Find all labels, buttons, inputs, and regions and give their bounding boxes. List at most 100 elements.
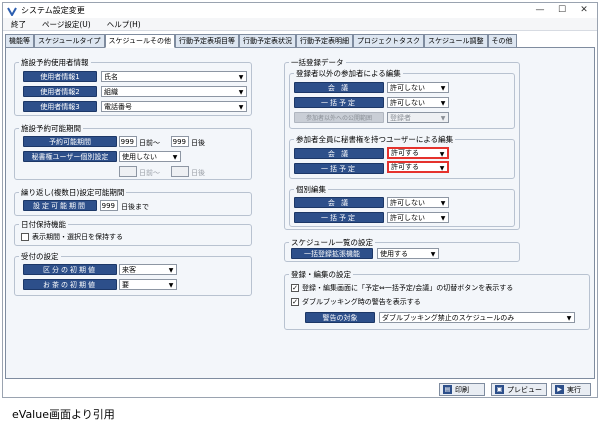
bulk-plan-label-2: 一括予定 [294,163,384,174]
warning-target-label: 警告の対象 [305,312,375,323]
reservation-period-group: 施設予約可能期間 予約可能期間 999 日前～ 999 日後 秘書権ユーザー個別… [14,123,252,180]
publish-range-select: 登録者 ▼ [387,112,449,123]
user-info-1-label: 使用者情報1 [23,71,97,82]
bulk-plan-select-3[interactable]: 許可しない ▼ [387,212,449,223]
menu-help[interactable]: ヘルプ(H) [107,19,141,30]
secretary-days-after-input [171,166,189,177]
tea-default-select[interactable]: 要 ▼ [119,279,177,290]
reservable-period-label: 予約可能期間 [23,136,117,147]
secretary-days-after-text: 日後 [191,169,205,177]
chevron-down-icon: ▼ [238,73,244,81]
chevron-down-icon: ▼ [440,99,446,107]
repeat-days-input[interactable]: 999 [100,200,118,211]
tab-features[interactable]: 機能等 [5,34,34,47]
secretary-setting-select[interactable]: 使用しない ▼ [119,151,181,162]
days-after-input[interactable]: 999 [171,136,189,147]
tab-schedule-adjust[interactable]: スケジュール調整 [424,34,488,47]
individual-edit-group: 個別編集 会 議 許可しない ▼ 一括予定 許可しない ▼ [289,184,515,227]
bulk-extension-select[interactable]: 使用する ▼ [377,248,439,259]
settings-window: システム設定変更 — ☐ ✕ 終了 ページ設定(U) ヘルプ(H) 機能等 スケ… [2,2,598,398]
date-keep-group: 日付保持機能 表示期間・選択日を保持する [14,219,252,246]
days-before-input[interactable]: 999 [119,136,137,147]
user-info-1-select[interactable]: 氏名 ▼ [101,71,247,82]
meeting-select-1[interactable]: 許可しない ▼ [387,82,449,93]
chevron-down-icon: ▼ [439,164,445,172]
maximize-button[interactable]: ☐ [551,3,573,17]
menu-exit[interactable]: 終了 [11,19,26,30]
chevron-down-icon: ▼ [238,103,244,111]
days-before-text: 日前～ [139,139,160,147]
schedule-list-title: スケジュール一覧の設定 [289,237,375,248]
meeting-select-3[interactable]: 許可しない ▼ [387,197,449,208]
printer-icon: ▤ [443,385,452,394]
bulk-plan-select-2[interactable]: 許可する ▼ [387,161,449,173]
tab-plan-status[interactable]: 行動予定表状況 [239,34,297,47]
tab-other[interactable]: その他 [487,34,517,47]
image-caption: eValue画面より引用 [12,408,115,421]
meeting-label-2: 会 議 [294,148,384,159]
checkbox-box: ✓ [291,298,299,306]
checkbox-box [21,233,29,241]
warning-target-select[interactable]: ダブルブッキング禁止のスケジュールのみ ▼ [379,312,575,323]
user-info-3-label: 使用者情報3 [23,101,97,112]
tab-schedule-type[interactable]: スケジュールタイプ [34,34,105,47]
tab-plan-detail[interactable]: 行動予定表明細 [296,34,354,47]
user-info-3-select[interactable]: 電話番号 ▼ [101,101,247,112]
non-registrant-edit-title: 登録者以外の参加者による編集 [294,68,403,79]
date-keep-title: 日付保持機能 [19,219,68,230]
bulk-plan-label-1: 一括予定 [294,97,384,108]
bulk-registration-title: 一括登録データ [289,57,346,68]
bulk-registration-group: 一括登録データ 登録者以外の参加者による編集 会 議 許可しない ▼ 一括予定 許… [284,57,520,230]
tab-schedule-other[interactable]: スケジュールその他 [104,34,176,48]
bulk-plan-select-1[interactable]: 許可しない ▼ [387,97,449,108]
repeat-period-group: 繰り返し(複数日)設定可能期間 設定可能期間 999 日後まで [14,187,252,216]
run-button[interactable]: ▶ 実行 [551,383,591,396]
chevron-down-icon: ▼ [440,114,446,122]
reception-group: 受付の設定 区分の初期値 来客 ▼ お茶の初期値 要 ▼ [14,251,252,296]
tab-project-task[interactable]: プロジェクトタスク [353,34,425,47]
close-button[interactable]: ✕ [573,3,595,17]
switch-button-checkbox[interactable]: ✓ 登録・編集画面に「予定⇔一括予定/会議」の切替ボタンを表示する [291,283,513,293]
menu-bar: 終了 ページ設定(U) ヘルプ(H) [3,18,597,31]
secretary-edit-group: 参加者全員に秘書権を持つユーザーによる編集 会 議 許可する ▼ 一括予定 許可す… [289,134,515,179]
double-booking-checkbox[interactable]: ✓ ダブルブッキング時の警告を表示する [291,297,421,307]
secretary-setting-label: 秘書権ユーザー個別設定 [23,151,117,162]
non-registrant-edit-group: 登録者以外の参加者による編集 会 議 許可しない ▼ 一括予定 許可しない ▼ 参加… [289,68,515,129]
minimize-button[interactable]: — [529,3,551,17]
edit-settings-group: 登録・編集の設定 ✓ 登録・編集画面に「予定⇔一括予定/会議」の切替ボタンを表示す… [284,269,590,330]
chevron-down-icon: ▼ [439,150,445,158]
facility-user-info-group: 施設予約使用者情報 使用者情報1 氏名 ▼ 使用者情報2 組織 ▼ 使用者情報3 電… [14,57,252,116]
repeat-days-unit: 日後まで [121,203,149,211]
secretary-days-before-input [119,166,137,177]
setting-period-label: 設定可能期間 [23,200,97,211]
checkbox-box: ✓ [291,284,299,292]
preview-icon: ▣ [495,385,504,394]
meeting-label-3: 会 議 [294,197,384,208]
bulk-extension-label: 一括登録拡張機能 [291,248,373,259]
chevron-down-icon: ▼ [238,88,244,96]
category-default-select[interactable]: 来客 ▼ [119,264,177,275]
schedule-list-group: スケジュール一覧の設定 一括登録拡張機能 使用する ▼ [284,237,520,262]
meeting-select-2[interactable]: 許可する ▼ [387,147,449,159]
reservation-period-title: 施設予約可能期間 [19,123,83,134]
preview-button[interactable]: ▣ プレビュー [491,383,547,396]
chevron-down-icon: ▼ [168,266,174,274]
chevron-down-icon: ▼ [172,153,178,161]
tab-content: 施設予約使用者情報 使用者情報1 氏名 ▼ 使用者情報2 組織 ▼ 使用者情報3 電… [5,47,595,379]
menu-page-setup[interactable]: ページ設定(U) [42,19,91,30]
chevron-down-icon: ▼ [440,199,446,207]
bulk-plan-label-3: 一括予定 [294,212,384,223]
print-button[interactable]: ▤ 印刷 [439,383,485,396]
meeting-label-1: 会 議 [294,82,384,93]
chevron-down-icon: ▼ [440,84,446,92]
tab-plan-items[interactable]: 行動予定表項目等 [175,34,240,47]
days-after-text: 日後 [191,139,205,147]
facility-user-info-title: 施設予約使用者情報 [19,57,91,68]
keep-date-checkbox[interactable]: 表示期間・選択日を保持する [21,232,123,242]
tea-default-label: お茶の初期値 [23,279,117,290]
secretary-edit-title: 参加者全員に秘書権を持つユーザーによる編集 [294,134,456,145]
user-info-2-select[interactable]: 組織 ▼ [101,86,247,97]
reception-title: 受付の設定 [19,251,61,262]
chevron-down-icon: ▼ [430,250,436,258]
chevron-down-icon: ▼ [566,314,572,322]
